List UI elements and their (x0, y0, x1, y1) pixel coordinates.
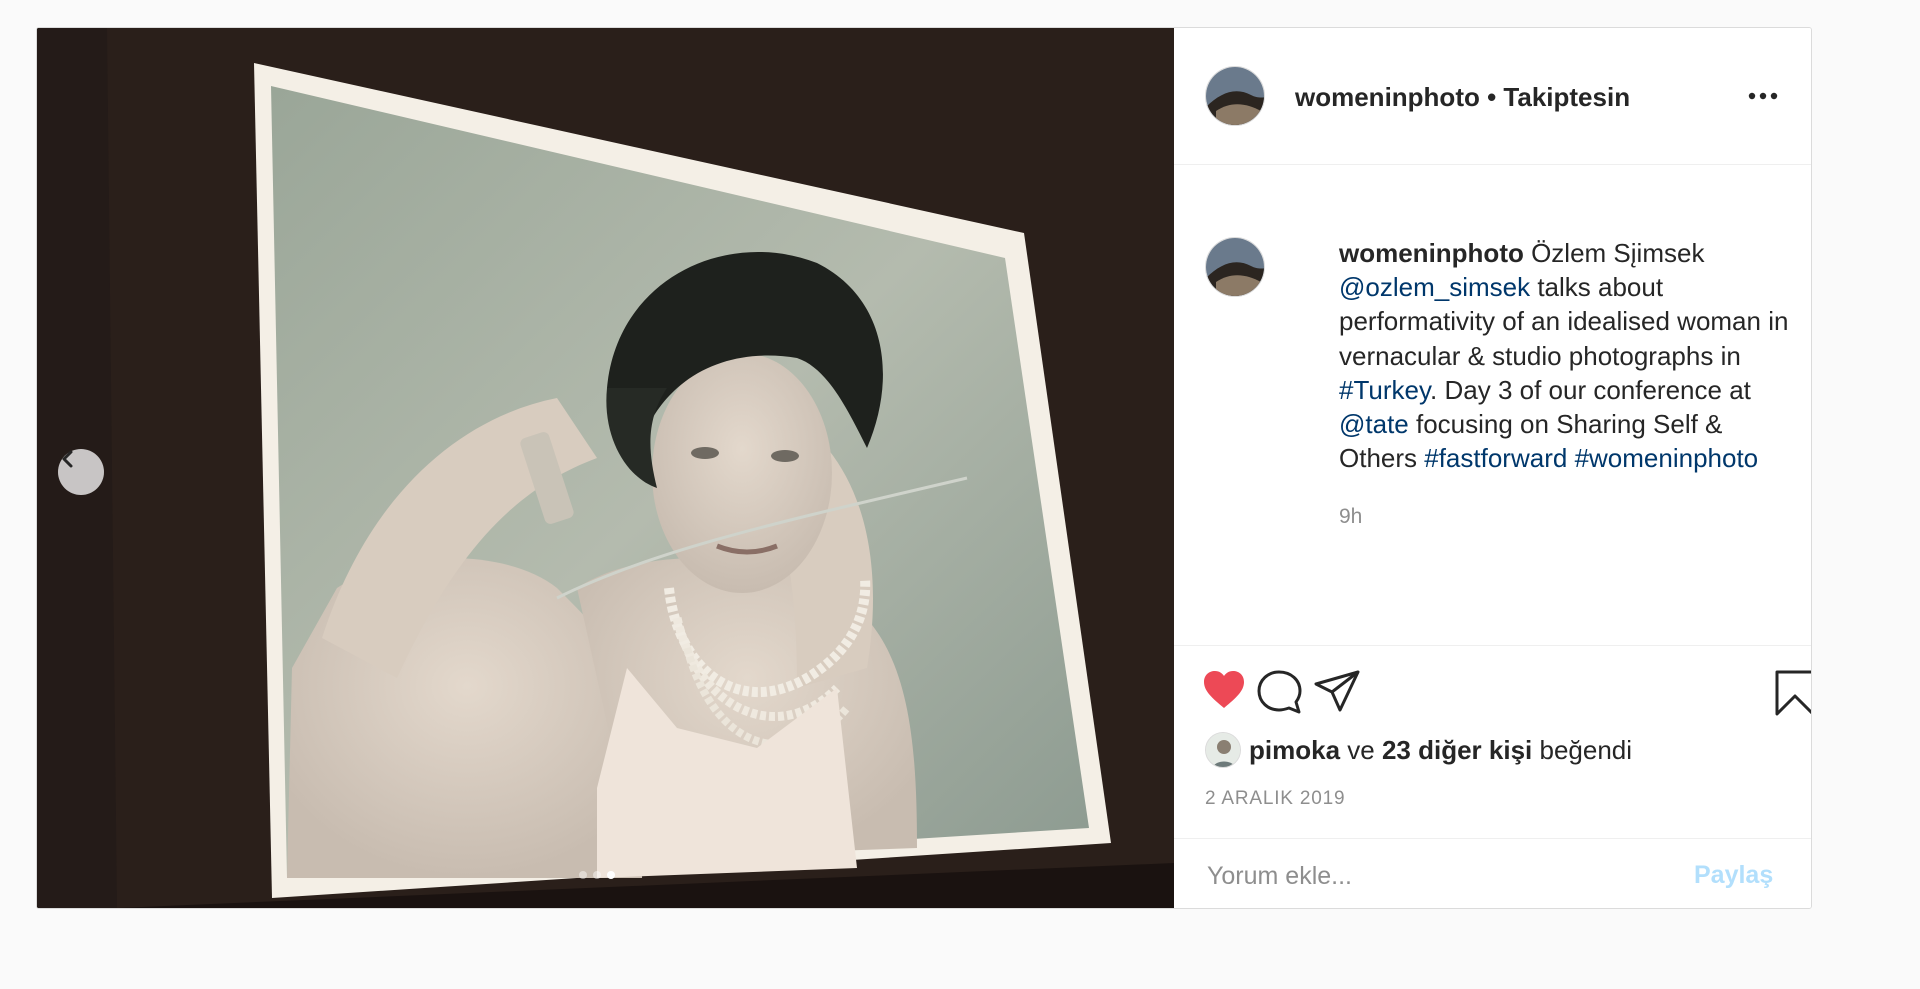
liker-username[interactable]: pimoka (1249, 735, 1340, 765)
likes-summary: pimoka ve 23 diğer kişi beğendi (1205, 732, 1632, 768)
caption-text: Özlem Sįimsek (1523, 238, 1705, 268)
caption-username[interactable]: womeninphoto (1339, 238, 1524, 268)
comment-input[interactable] (1205, 857, 1649, 895)
caption-time: 9h (1339, 505, 1363, 528)
caption-text: . Day 3 of our conference at (1430, 374, 1751, 405)
caption-text (1567, 443, 1574, 473)
likes-suffix: beğendi (1532, 734, 1633, 765)
mention-link[interactable]: @tate (1339, 409, 1409, 439)
comment-icon (1257, 670, 1302, 714)
likes-conjunction: ve (1340, 734, 1382, 765)
post-actions-section: pimoka ve 23 diğer kişi beğendi 2 ARALIK… (1174, 645, 1811, 908)
previous-image-button[interactable] (58, 449, 104, 495)
follow-status[interactable]: Takiptesin (1503, 82, 1630, 112)
post-header-title: womeninphoto • Takiptesin (1295, 82, 1630, 113)
share-icon (1314, 670, 1360, 712)
like-button[interactable] (1202, 670, 1246, 715)
liker-avatar[interactable] (1205, 732, 1241, 768)
likes-others-link[interactable]: 23 diğer kişi (1382, 735, 1532, 765)
add-comment-form: Paylaş (1174, 838, 1811, 908)
save-button[interactable] (1775, 670, 1811, 721)
share-button[interactable] (1314, 670, 1360, 717)
caption-author-avatar[interactable] (1205, 237, 1265, 297)
post-media (37, 28, 1174, 908)
header-separator: • (1479, 82, 1504, 112)
more-options-icon (1748, 92, 1778, 100)
carousel-indicator (579, 871, 615, 879)
post-side-panel: womeninphoto • Takiptesin womeninphoto Ö… (1174, 28, 1811, 908)
post-header: womeninphoto • Takiptesin (1174, 28, 1811, 165)
more-options-button[interactable] (1739, 76, 1787, 116)
hashtag-link[interactable]: #fastforward (1424, 443, 1567, 473)
author-avatar[interactable] (1205, 66, 1265, 126)
carousel-dot (593, 871, 601, 879)
hashtag-link[interactable]: #womeninphoto (1575, 443, 1759, 473)
post-photo (37, 28, 1174, 908)
comment-button[interactable] (1256, 670, 1302, 719)
chevron-left-icon (62, 450, 73, 468)
post-date: 2 ARALIK 2019 (1205, 788, 1346, 809)
author-username[interactable]: womeninphoto (1295, 82, 1480, 112)
heart-filled-icon (1204, 671, 1244, 708)
hashtag-link[interactable]: #Turkey (1339, 375, 1430, 405)
bookmark-icon (1775, 670, 1811, 716)
post-comment-button[interactable]: Paylaş (1694, 855, 1773, 895)
mention-link[interactable]: @ozlem_simsek (1339, 272, 1530, 302)
carousel-dot-active (607, 871, 615, 879)
carousel-dot (579, 871, 587, 879)
instagram-post-modal: womeninphoto • Takiptesin womeninphoto Ö… (36, 27, 1812, 909)
post-caption: womeninphoto Özlem Sįimsek @ozlem_simsek… (1339, 236, 1806, 475)
post-caption-section: womeninphoto Özlem Sįimsek @ozlem_simsek… (1174, 165, 1811, 645)
